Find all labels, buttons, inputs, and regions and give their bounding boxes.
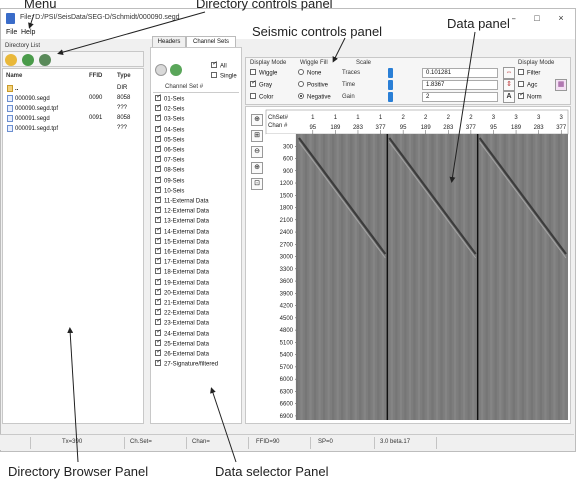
chan-tick-label: 189 xyxy=(511,125,522,131)
time-tick-label: 1500 xyxy=(280,193,294,199)
chan-tick-label: 189 xyxy=(330,125,341,131)
time-tick-label: 3000 xyxy=(280,255,294,261)
divider xyxy=(186,437,187,449)
time-tick-label: 6300 xyxy=(280,389,294,395)
annotation-menu: Menu xyxy=(24,0,57,11)
chan-tick-label: 95 xyxy=(490,125,497,131)
divider xyxy=(310,437,311,449)
status-ffid: FFID=90 xyxy=(256,439,280,445)
time-tick-label: 6900 xyxy=(280,414,294,420)
time-tick-label: 300 xyxy=(283,144,294,150)
status-tx: Tx=390 xyxy=(62,439,83,445)
chan-tick-label: 95 xyxy=(309,125,316,131)
annotation-directory-controls: Directory controls panel xyxy=(196,0,333,11)
time-tick-label: 600 xyxy=(283,157,294,163)
seismic-plot[interactable]: ChSet#Chan #1951189128313772952189228323… xyxy=(0,0,576,484)
status-version: 3.0 beta.17 xyxy=(380,439,411,445)
divider xyxy=(30,437,31,449)
time-tick-label: 5100 xyxy=(280,340,294,346)
time-tick-label: 6600 xyxy=(280,402,294,408)
divider xyxy=(374,437,375,449)
divider xyxy=(248,437,249,449)
header-chset-label: ChSet# xyxy=(268,115,289,121)
chan-tick-label: 283 xyxy=(443,125,454,131)
annotation-seismic-controls: Seismic controls panel xyxy=(250,24,385,39)
chan-tick-label: 377 xyxy=(556,125,567,131)
header-chan-label: Chan # xyxy=(268,123,288,129)
chan-tick-label: 377 xyxy=(466,125,477,131)
time-tick-label: 4200 xyxy=(280,304,294,310)
annotation-data-panel: Data panel xyxy=(445,16,512,31)
time-tick-label: 2400 xyxy=(280,230,294,236)
time-tick-label: 5400 xyxy=(280,353,294,359)
time-tick-label: 1800 xyxy=(280,206,294,212)
time-tick-label: 5700 xyxy=(280,365,294,371)
time-tick-label: 4800 xyxy=(280,328,294,334)
chan-tick-label: 189 xyxy=(421,125,432,131)
status-chset: Ch.Set= xyxy=(130,439,152,445)
time-tick-label: 6000 xyxy=(280,377,294,383)
time-tick-label: 2700 xyxy=(280,242,294,248)
chan-tick-label: 95 xyxy=(400,125,407,131)
status-sp: SP=0 xyxy=(318,439,333,445)
time-tick-label: 900 xyxy=(283,169,294,175)
time-tick-label: 3300 xyxy=(280,267,294,273)
divider xyxy=(436,437,437,449)
chan-tick-label: 283 xyxy=(534,125,545,131)
divider xyxy=(124,437,125,449)
time-tick-label: 2100 xyxy=(280,218,294,224)
annotation-directory-browser: Directory Browser Panel xyxy=(8,464,149,479)
annotation-data-selector: Data selector Panel xyxy=(215,464,329,479)
time-tick-label: 3900 xyxy=(280,291,294,297)
chan-tick-label: 283 xyxy=(353,125,364,131)
time-tick-label: 3600 xyxy=(280,279,294,285)
status-chan: Chan= xyxy=(192,439,210,445)
time-tick-label: 1200 xyxy=(280,181,294,187)
status-bar: Tx=390 Ch.Set= Chan= FFID=90 SP=0 3.0 be… xyxy=(0,434,574,450)
chan-tick-label: 377 xyxy=(376,125,387,131)
time-tick-label: 4500 xyxy=(280,316,294,322)
